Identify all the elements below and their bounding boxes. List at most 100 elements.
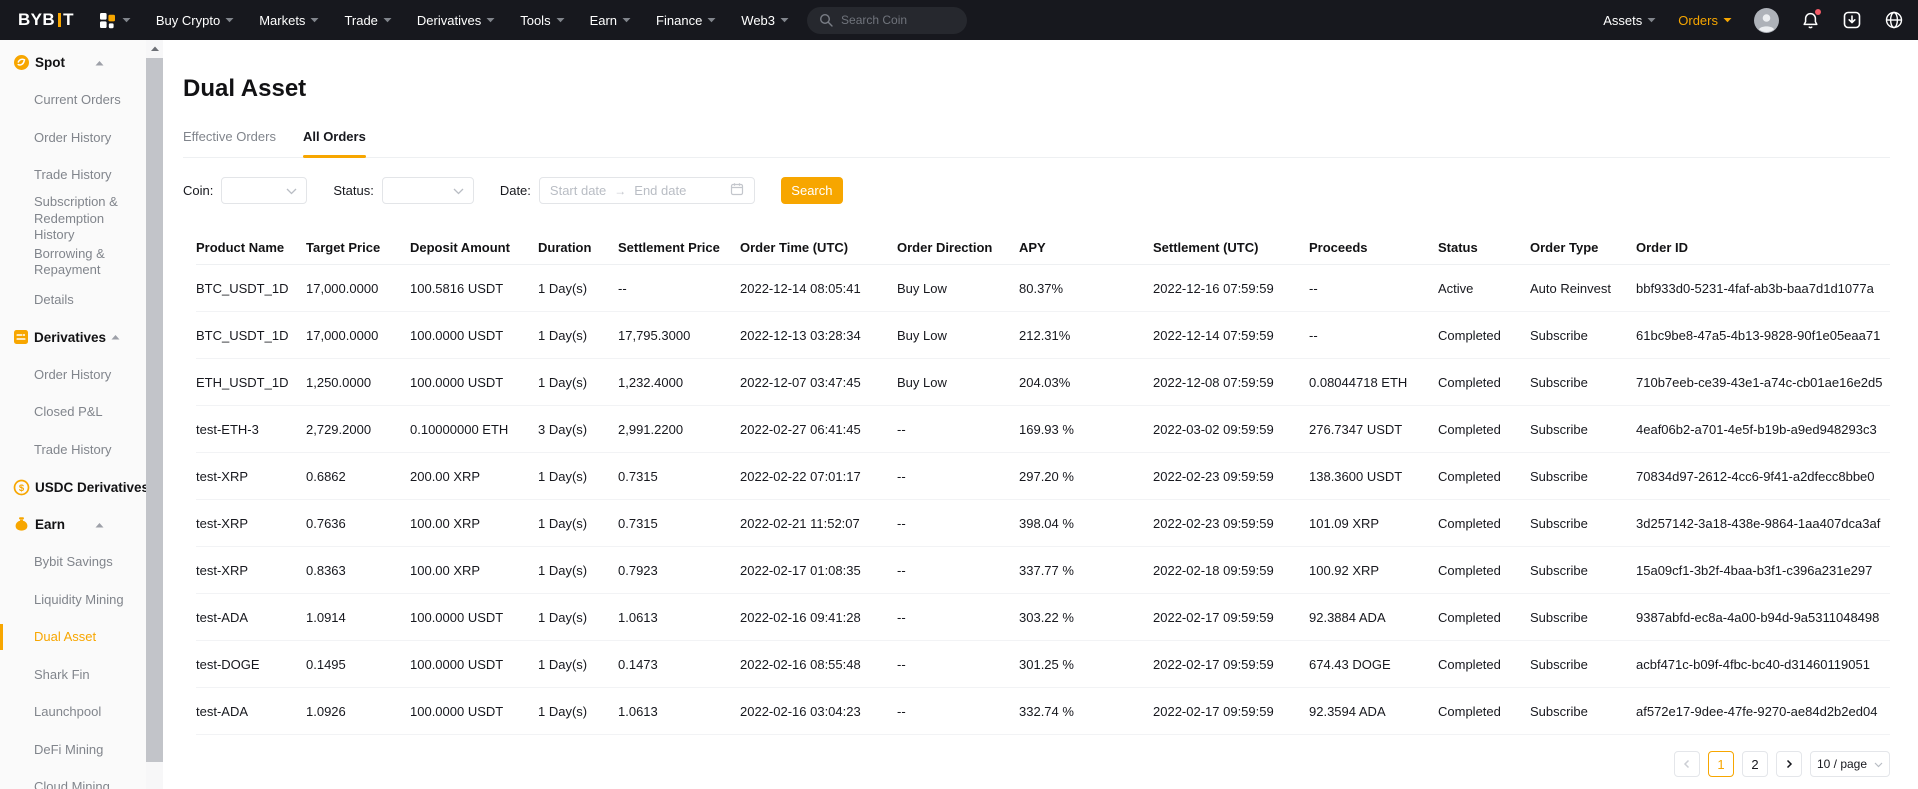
sidebar-item-order-history[interactable]: Order History [0, 119, 146, 157]
sidebar-section-label: Spot [35, 55, 65, 70]
page-size-select[interactable]: 10 / page [1810, 751, 1890, 777]
sidebar-section-label: USDC Derivatives [35, 480, 146, 495]
apps-menu-button[interactable] [98, 11, 131, 30]
nav-item-tools[interactable]: Tools [520, 13, 564, 28]
pagination-next-button[interactable] [1776, 751, 1802, 777]
cell-duration: 1 Day(s) [538, 469, 618, 484]
cell-proceeds: 674.43 DOGE [1309, 657, 1438, 672]
sidebar-item-trade-history[interactable]: Trade History [0, 157, 146, 195]
cell-order-type: Subscribe [1530, 469, 1636, 484]
nav-item-assets[interactable]: Assets [1603, 13, 1656, 28]
chevron-up-icon[interactable] [111, 334, 120, 340]
nav-item-finance[interactable]: Finance [656, 13, 716, 28]
nav-item-markets[interactable]: Markets [259, 13, 319, 28]
sidebar-item-details[interactable]: Details [0, 281, 146, 319]
cell-proceeds: 92.3594 ADA [1309, 704, 1438, 719]
tab-effective-orders[interactable]: Effective Orders [183, 129, 276, 157]
chevron-up-icon[interactable] [95, 522, 104, 528]
sidebar-item-trade-history[interactable]: Trade History [0, 431, 146, 469]
column-header-settlement-utc: Settlement (UTC) [1153, 240, 1309, 255]
sidebar-item-defi-mining[interactable]: DeFi Mining [0, 731, 146, 769]
assets-label: Assets [1603, 13, 1642, 28]
cell-order-time-utc: 2022-02-16 03:04:23 [740, 704, 897, 719]
nav-item-web3[interactable]: Web3 [741, 13, 789, 28]
download-app-icon[interactable] [1842, 10, 1862, 30]
scrollbar-up-arrow[interactable] [146, 40, 163, 57]
cell-target-price: 17,000.0000 [306, 328, 410, 343]
column-header-status: Status [1438, 240, 1530, 255]
sidebar-item-bybit-savings[interactable]: Bybit Savings [0, 544, 146, 582]
cell-duration: 1 Day(s) [538, 657, 618, 672]
chevron-down-icon [286, 183, 297, 198]
filter-bar: Coin: Status: Date: Start date → End dat… [183, 177, 1890, 204]
sidebar-section-usdc-derivatives[interactable]: $ USDC Derivatives [0, 469, 146, 507]
cell-apy: 337.77 % [1019, 563, 1153, 578]
cell-apy: 301.25 % [1019, 657, 1153, 672]
pagination-prev-button[interactable] [1674, 751, 1700, 777]
nav-item-buy-crypto[interactable]: Buy Crypto [156, 13, 234, 28]
sidebar-section-earn[interactable]: Earn [0, 506, 146, 544]
date-range-input[interactable]: Start date → End date [539, 177, 755, 204]
logo-orange-i [58, 13, 61, 27]
cell-order-time-utc: 2022-02-17 01:08:35 [740, 563, 897, 578]
nav-item-derivatives[interactable]: Derivatives [417, 13, 495, 28]
pagination: 12 10 / page [183, 751, 1890, 777]
sidebar-item-liquidity-mining[interactable]: Liquidity Mining [0, 581, 146, 619]
pagination-page-1[interactable]: 1 [1708, 751, 1734, 777]
sidebar-item-order-history[interactable]: Order History [0, 356, 146, 394]
main-content: Dual Asset Effective OrdersAll Orders Co… [163, 40, 1918, 789]
bybit-logo[interactable]: BYBT [18, 10, 74, 30]
sidebar-item-subscription-redemption-history[interactable]: Subscription & Redemption History [0, 194, 146, 244]
nav-item-label: Finance [656, 13, 702, 28]
cell-settlement-utc: 2022-12-14 07:59:59 [1153, 328, 1309, 343]
sidebar-scrollbar[interactable] [146, 40, 163, 789]
sidebar-item-launchpool[interactable]: Launchpool [0, 694, 146, 732]
tab-all-orders[interactable]: All Orders [303, 129, 366, 157]
date-filter-label: Date: [500, 183, 531, 198]
nav-item-trade[interactable]: Trade [344, 13, 391, 28]
nav-item-label: Trade [344, 13, 377, 28]
notifications-bell-icon[interactable] [1801, 11, 1820, 30]
sidebar-item-dual-asset[interactable]: Dual Asset [0, 619, 146, 657]
sidebar: Spot Current OrdersOrder HistoryTrade Hi… [0, 40, 146, 789]
language-globe-icon[interactable] [1884, 10, 1904, 30]
sidebar-section-spot[interactable]: Spot [0, 44, 146, 82]
table-row: test-ETH-32,729.20000.10000000 ETH3 Day(… [196, 406, 1890, 453]
cell-proceeds: 101.09 XRP [1309, 516, 1438, 531]
sidebar-item-cloud-mining[interactable]: Cloud Mining [0, 769, 146, 789]
coin-select[interactable] [221, 177, 307, 204]
cell-settlement-utc: 2022-02-17 09:59:59 [1153, 657, 1309, 672]
coin-search-input[interactable]: Search Coin [807, 7, 967, 34]
cell-apy: 204.03% [1019, 375, 1153, 390]
sidebar-item-current-orders[interactable]: Current Orders [0, 82, 146, 120]
cell-settlement-utc: 2022-02-17 09:59:59 [1153, 704, 1309, 719]
cell-order-time-utc: 2022-02-16 09:41:28 [740, 610, 897, 625]
status-select[interactable] [382, 177, 474, 204]
nav-item-label: Derivatives [417, 13, 481, 28]
cell-target-price: 0.8363 [306, 563, 410, 578]
chevron-down-icon [453, 183, 464, 198]
chevron-up-icon[interactable] [95, 60, 104, 66]
chevron-right-icon [1784, 757, 1794, 772]
nav-item-orders[interactable]: Orders [1678, 13, 1732, 28]
cell-product-name: BTC_USDT_1D [196, 328, 306, 343]
cell-deposit-amount: 100.0000 USDT [410, 610, 538, 625]
sidebar-item-borrowing-repayment[interactable]: Borrowing & Repayment [0, 244, 146, 282]
search-button[interactable]: Search [781, 177, 843, 204]
cell-apy: 212.31% [1019, 328, 1153, 343]
table-row: test-ADA1.0914100.0000 USDT1 Day(s)1.061… [196, 594, 1890, 641]
cell-settlement-price: 1,232.4000 [618, 375, 740, 390]
table-row: test-XRP0.6862200.00 XRP1 Day(s)0.731520… [196, 453, 1890, 500]
column-header-order-type: Order Type [1530, 240, 1636, 255]
cell-order-direction: -- [897, 563, 1019, 578]
sidebar-item-shark-fin[interactable]: Shark Fin [0, 656, 146, 694]
sidebar-item-closed-p-l[interactable]: Closed P&L [0, 394, 146, 432]
cell-target-price: 1.0926 [306, 704, 410, 719]
scrollbar-thumb[interactable] [146, 58, 163, 762]
page-size-label: 10 / page [1817, 757, 1867, 771]
column-header-duration: Duration [538, 240, 618, 255]
sidebar-section-derivatives[interactable]: Derivatives [0, 319, 146, 357]
nav-item-earn[interactable]: Earn [590, 13, 631, 28]
avatar[interactable] [1754, 8, 1779, 33]
pagination-page-2[interactable]: 2 [1742, 751, 1768, 777]
